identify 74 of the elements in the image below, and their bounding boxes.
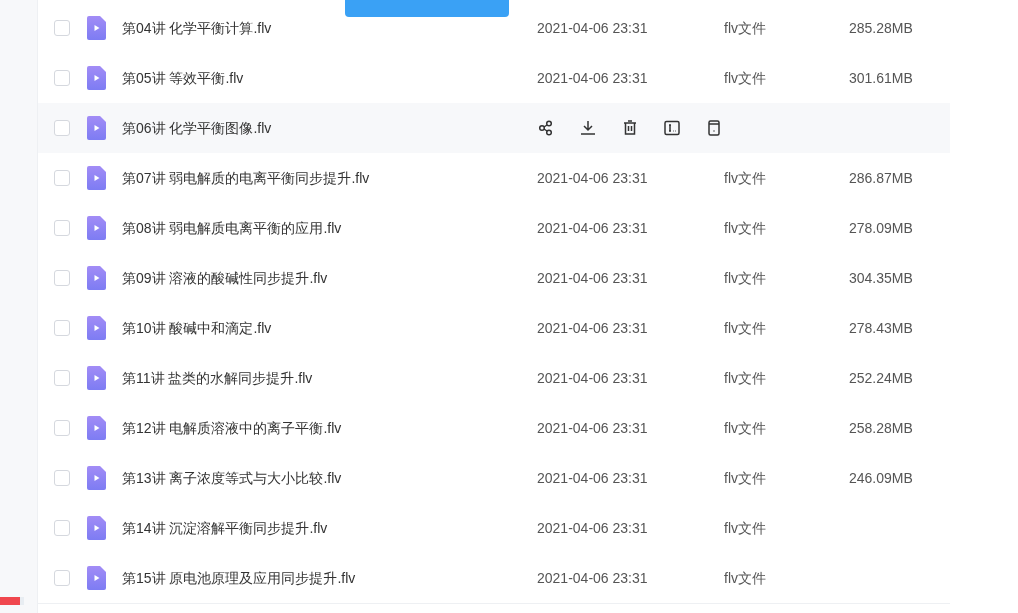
checkbox[interactable] [54,370,70,386]
file-date: 2021-04-06 23:31 [537,68,649,88]
file-date: 2021-04-06 23:31 [537,18,649,38]
file-date: 2021-04-06 23:31 [537,368,649,388]
file-type: flv文件 [724,318,767,338]
file-type: flv文件 [724,218,767,238]
video-file-icon [87,566,106,590]
file-date: 2021-04-06 23:31 [537,318,649,338]
video-file-icon [87,166,106,190]
rename-icon[interactable] [663,119,681,137]
file-name[interactable]: 第09讲 溶液的酸碱性同步提升.flv [122,267,537,289]
checkbox[interactable] [54,570,70,586]
video-file-icon [87,66,106,90]
file-size: 278.43MB [849,318,914,338]
checkbox[interactable] [54,70,70,86]
file-type: flv文件 [724,368,767,388]
checkbox[interactable] [54,170,70,186]
file-type: flv文件 [724,518,767,538]
video-file-icon [87,366,106,390]
checkbox[interactable] [54,420,70,436]
file-size: 278.09MB [849,218,914,238]
file-name[interactable]: 第08讲 弱电解质电离平衡的应用.flv [122,217,537,239]
file-type: flv文件 [724,268,767,288]
file-size: 301.61MB [849,68,914,88]
file-size: 304.35MB [849,268,914,288]
file-date: 2021-04-06 23:31 [537,418,649,438]
file-name[interactable]: 第04讲 化学平衡计算.flv [122,17,537,39]
file-size: 252.24MB [849,368,914,388]
file-type: flv文件 [724,468,767,488]
file-size: 246.09MB [849,468,914,488]
video-file-icon [87,116,106,140]
file-date: 2021-04-06 23:31 [537,268,649,288]
video-file-icon [87,16,106,40]
checkbox[interactable] [54,270,70,286]
file-size: 258.28MB [849,418,914,438]
file-date: 2021-04-06 23:31 [537,568,649,588]
checkbox[interactable] [54,520,70,536]
file-date: 2021-04-06 23:31 [537,218,649,238]
upload-button[interactable] [345,0,509,17]
file-name[interactable]: 第11讲 盐类的水解同步提升.flv [122,367,537,389]
file-name[interactable]: 第14讲 沉淀溶解平衡同步提升.flv [122,517,537,539]
video-file-icon [87,216,106,240]
file-size: 286.87MB [849,168,914,188]
file-name[interactable]: 第13讲 离子浓度等式与大小比较.flv [122,467,537,489]
file-type: flv文件 [724,168,767,188]
file-row[interactable]: 第06讲 化学平衡图像.flv [38,103,950,153]
file-date: 2021-04-06 23:31 [537,518,649,538]
video-file-icon [87,466,106,490]
file-type: flv文件 [724,18,767,38]
checkbox[interactable] [54,120,70,136]
file-type: flv文件 [724,568,767,588]
file-name[interactable]: 第07讲 弱电解质的电离平衡同步提升.flv [122,167,537,189]
video-file-icon [87,516,106,540]
file-info-icon[interactable] [705,119,723,137]
file-name[interactable]: 第05讲 等效平衡.flv [122,67,537,89]
file-name[interactable]: 第15讲 原电池原理及应用同步提升.flv [122,567,537,589]
checkbox[interactable] [54,20,70,36]
download-icon[interactable] [579,119,597,137]
file-type: flv文件 [724,68,767,88]
checkbox[interactable] [54,470,70,486]
video-file-icon [87,316,106,340]
share-icon[interactable] [537,119,555,137]
file-date: 2021-04-06 23:31 [537,468,649,488]
file-name[interactable]: 第10讲 酸碱中和滴定.flv [122,317,537,339]
video-file-icon [87,416,106,440]
file-type: flv文件 [724,418,767,438]
file-name[interactable]: 第06讲 化学平衡图像.flv [122,117,537,139]
file-size: 285.28MB [849,18,914,38]
file-date: 2021-04-06 23:31 [537,168,649,188]
video-file-icon [87,266,106,290]
delete-icon[interactable] [621,119,639,137]
checkbox[interactable] [54,220,70,236]
checkbox[interactable] [54,320,70,336]
file-name[interactable]: 第12讲 电解质溶液中的离子平衡.flv [122,417,537,439]
